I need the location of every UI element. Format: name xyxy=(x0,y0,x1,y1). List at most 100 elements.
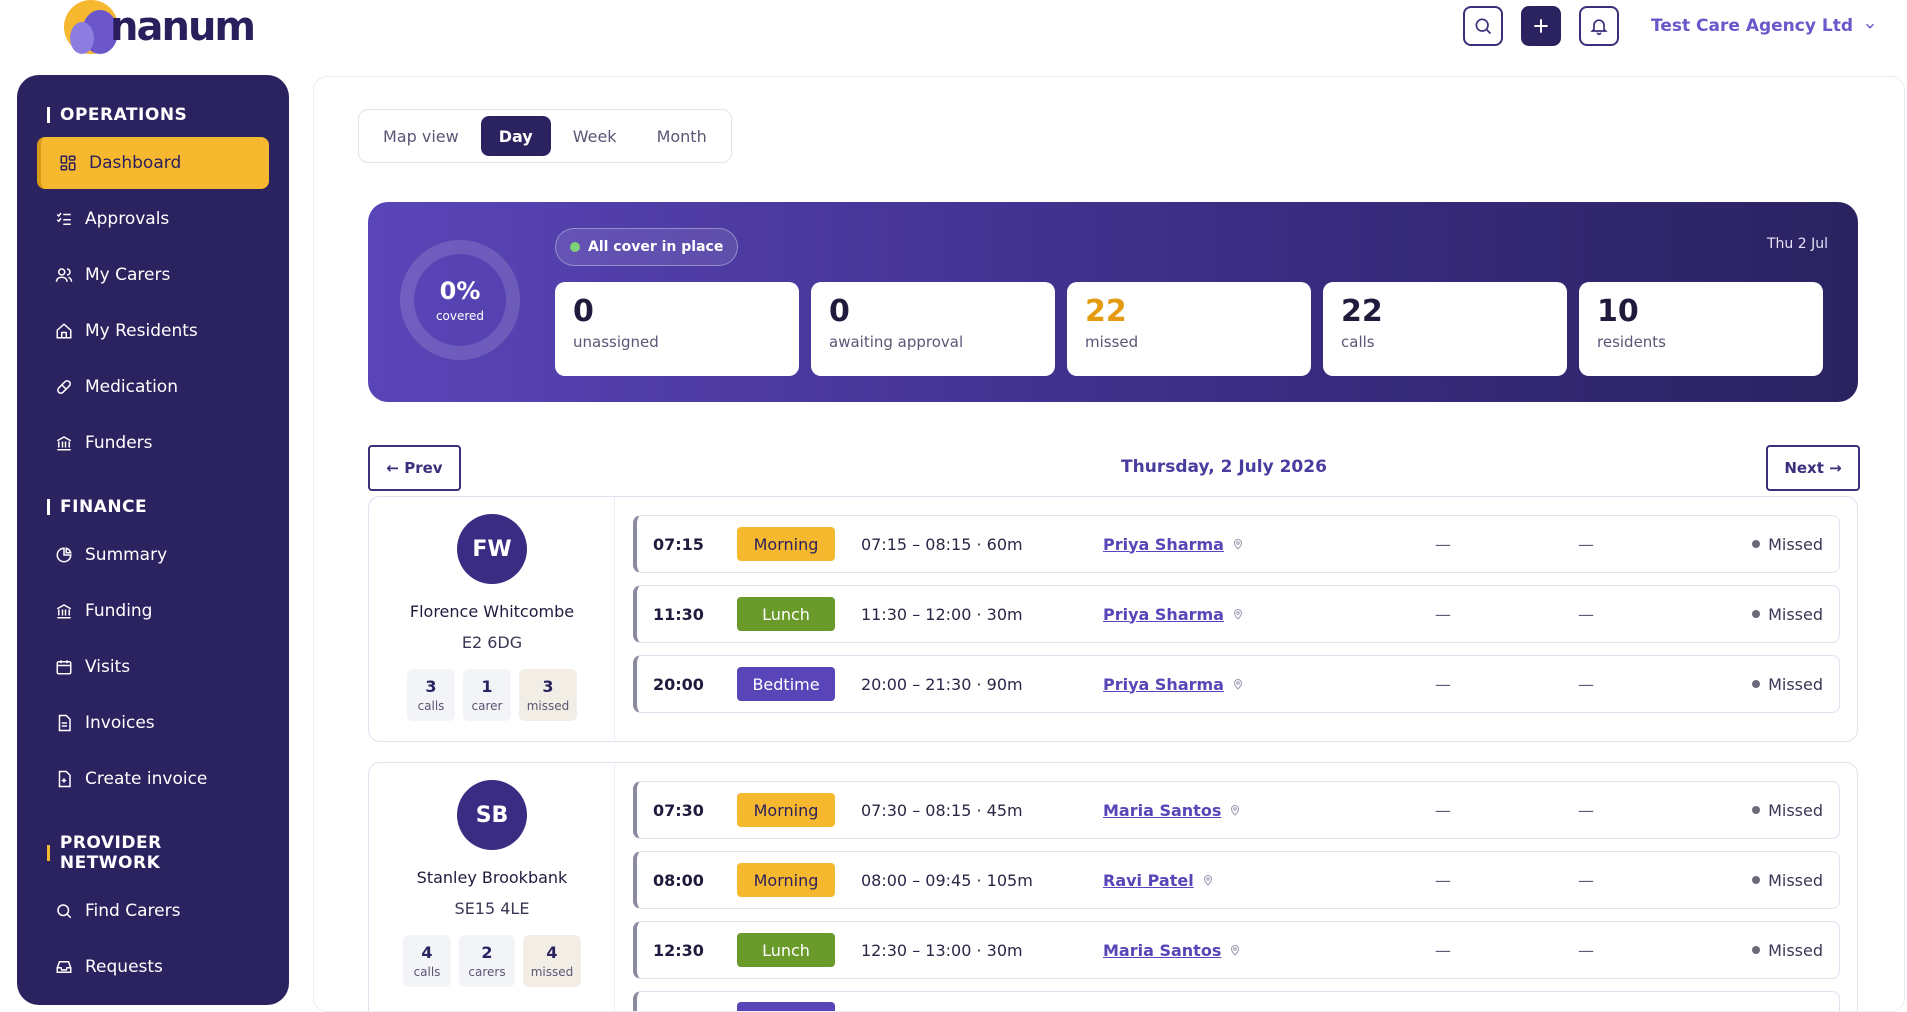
carer-link[interactable]: Maria Santos xyxy=(1103,941,1241,960)
visit-row[interactable]: 12:30 Lunch 12:30 – 13:00 · 30m Maria Sa… xyxy=(633,921,1840,979)
location-pin-icon xyxy=(1233,609,1242,620)
carer-link[interactable]: Ravi Patel xyxy=(1103,871,1214,890)
search-button[interactable] xyxy=(1463,6,1504,46)
plus-icon xyxy=(1534,19,1548,33)
visit-time: 20:00 xyxy=(653,674,704,694)
check-in: — xyxy=(1435,800,1451,820)
summary-date: Thu 2 Jul xyxy=(1767,236,1828,252)
resident-name: Florence Whitcombe xyxy=(409,602,575,621)
tab-day[interactable]: Day xyxy=(480,116,551,156)
sidebar-section-operations: OPERATIONS xyxy=(47,105,259,125)
prev-day-button[interactable]: ← Prev xyxy=(368,445,461,491)
stat-awaiting-approval[interactable]: 0 awaiting approval xyxy=(811,282,1055,376)
tab-month[interactable]: Month xyxy=(639,116,725,156)
coverage-summary: 0% covered All cover in place Thu 2 Jul … xyxy=(368,202,1858,402)
home-icon xyxy=(56,323,72,339)
visit-range: 07:15 – 08:15 · 60m xyxy=(861,534,1023,554)
check-out: — xyxy=(1578,674,1594,694)
visit-range: 11:30 – 12:00 · 30m xyxy=(861,604,1023,624)
chip-missed: 3 missed xyxy=(519,669,577,721)
carer-link[interactable]: Priya Sharma xyxy=(1103,675,1244,694)
sidebar-item-funders[interactable]: Funders xyxy=(37,417,269,469)
resident-stats: 3 calls 1 carer 3 missed xyxy=(369,669,615,721)
stat-calls[interactable]: 22 calls xyxy=(1323,282,1567,376)
visit-time: 12:30 xyxy=(653,940,704,960)
visit-row[interactable]: 07:30 Morning 07:30 – 08:15 · 45m Maria … xyxy=(633,781,1840,839)
visit-row[interactable]: 08:00 Morning 08:00 – 09:45 · 105m Ravi … xyxy=(633,851,1840,909)
status-badge: Missed xyxy=(1752,801,1823,820)
sidebar-item-my-carers[interactable]: My Carers xyxy=(37,249,269,301)
check-out: — xyxy=(1578,800,1594,820)
visit-range: 07:30 – 08:15 · 45m xyxy=(861,800,1023,820)
resident-info: FW Florence Whitcombe E2 6DG 3 calls 1 car… xyxy=(369,497,615,741)
sidebar-item-dashboard[interactable]: Dashboard xyxy=(37,137,269,189)
resident-postcode: SE15 4LE xyxy=(454,899,530,918)
check-in: — xyxy=(1435,940,1451,960)
visit-row[interactable]: 07:15 Morning 07:15 – 08:15 · 60m Priya … xyxy=(633,515,1840,573)
agency-name: Test Care Agency Ltd xyxy=(1651,16,1853,36)
pill-icon xyxy=(57,380,71,394)
add-button[interactable] xyxy=(1521,6,1562,46)
sidebar-section-provider-network: PROVIDER NETWORK xyxy=(47,833,259,873)
users-icon xyxy=(55,268,73,282)
agency-switcher[interactable]: Test Care Agency Ltd xyxy=(1651,16,1877,36)
visit-row[interactable] xyxy=(633,991,1840,1011)
bank-icon xyxy=(56,604,72,619)
visit-row[interactable]: 20:00 Bedtime 20:00 – 21:30 · 90m Priya … xyxy=(633,655,1840,713)
sidebar-item-find-carers[interactable]: Find Carers xyxy=(37,885,269,937)
coverage-percent: 0% xyxy=(439,277,481,305)
search-icon xyxy=(57,904,72,919)
avatar[interactable]: FW xyxy=(457,514,527,584)
stat-missed[interactable]: 22 missed xyxy=(1067,282,1311,376)
cover-status-pill: All cover in place xyxy=(555,228,739,266)
view-tabs: Map view Day Week Month xyxy=(358,109,732,163)
sidebar-item-approvals[interactable]: Approvals xyxy=(37,193,269,245)
chip-calls: 3 calls xyxy=(407,669,455,721)
grid-icon xyxy=(60,155,76,171)
brand-logo[interactable]: nanum xyxy=(64,0,256,54)
resident-stats: 4 calls 2 carers 4 missed xyxy=(369,935,615,987)
status-dot-icon xyxy=(570,242,580,252)
check-in: — xyxy=(1435,534,1451,554)
resident-name: Stanley Brookbank xyxy=(416,868,568,887)
carer-link[interactable]: Priya Sharma xyxy=(1103,605,1244,624)
sidebar-item-visits[interactable]: Visits xyxy=(37,641,269,693)
status-badge: Missed xyxy=(1752,871,1823,890)
carer-link[interactable]: Maria Santos xyxy=(1103,801,1241,820)
location-pin-icon xyxy=(1233,539,1242,550)
sidebar-section-finance: FINANCE xyxy=(47,497,259,517)
check-in: — xyxy=(1435,604,1451,624)
visit-type-badge: Morning xyxy=(737,863,835,897)
visit-range: 12:30 – 13:00 · 30m xyxy=(861,940,1023,960)
chevron-down-icon xyxy=(1866,23,1874,29)
visit-row[interactable]: 11:30 Lunch 11:30 – 12:00 · 30m Priya Sh… xyxy=(633,585,1840,643)
avatar[interactable]: SB xyxy=(457,780,527,850)
notifications-button[interactable] xyxy=(1579,6,1620,46)
check-out: — xyxy=(1578,604,1594,624)
sidebar-item-create-invoice[interactable]: Create invoice xyxy=(37,753,269,805)
stat-unassigned[interactable]: 0 unassigned xyxy=(555,282,799,376)
visit-type-badge: Morning xyxy=(737,793,835,827)
chip-missed: 4 missed xyxy=(523,935,581,987)
tab-map-view[interactable]: Map view xyxy=(365,116,477,156)
sidebar-item-my-residents[interactable]: My Residents xyxy=(37,305,269,357)
tab-week[interactable]: Week xyxy=(555,116,635,156)
visit-type-badge: Bedtime xyxy=(737,667,835,701)
visit-range: 20:00 – 21:30 · 90m xyxy=(861,674,1023,694)
sidebar-item-medication[interactable]: Medication xyxy=(37,361,269,413)
sidebar-item-summary[interactable]: Summary xyxy=(37,529,269,581)
carer-link[interactable]: Priya Sharma xyxy=(1103,535,1244,554)
location-pin-icon xyxy=(1231,805,1240,816)
stat-residents[interactable]: 10 residents xyxy=(1579,282,1823,376)
visit-range: 08:00 – 09:45 · 105m xyxy=(861,870,1033,890)
bell-icon xyxy=(1590,19,1608,36)
resident-postcode: E2 6DG xyxy=(461,633,523,652)
sidebar-item-invoices[interactable]: Invoices xyxy=(37,697,269,749)
coverage-label: covered xyxy=(435,309,485,323)
sidebar-item-requests[interactable]: Requests xyxy=(37,941,269,993)
next-day-button[interactable]: Next → xyxy=(1766,445,1860,491)
search-icon xyxy=(1475,18,1492,35)
bank-icon xyxy=(56,436,72,451)
sidebar-item-funding[interactable]: Funding xyxy=(37,585,269,637)
document-icon xyxy=(58,714,71,732)
